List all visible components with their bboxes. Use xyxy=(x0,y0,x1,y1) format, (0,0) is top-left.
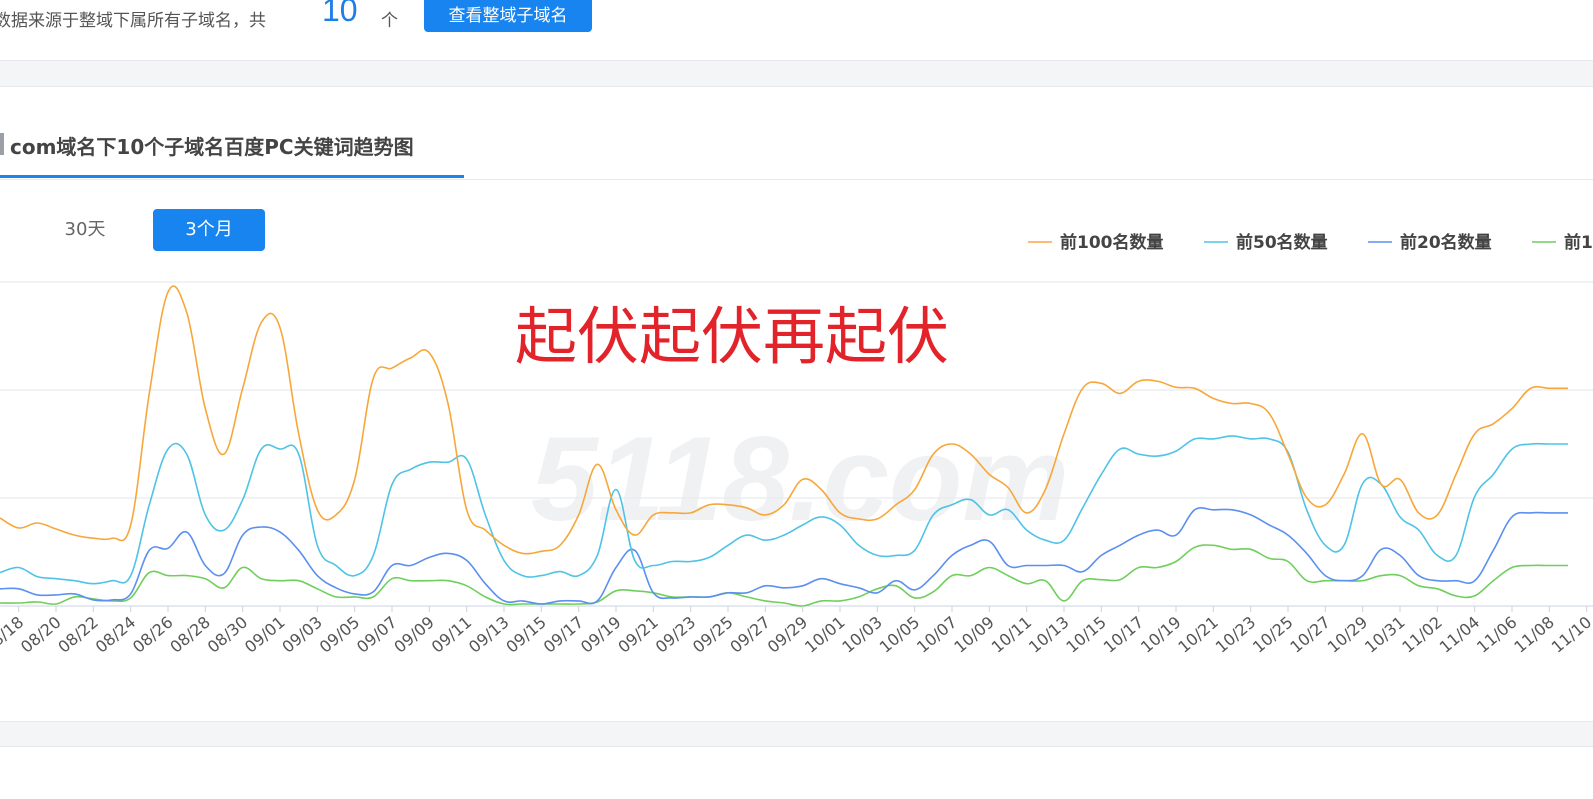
x-tick-label: 08/20 xyxy=(17,613,65,657)
x-tick-label: 09/03 xyxy=(278,613,326,657)
x-tick-label: 10/03 xyxy=(838,613,886,657)
x-tick-label: 09/07 xyxy=(353,613,401,657)
x-tick-label: 10/15 xyxy=(1062,613,1110,657)
x-tick-label: 09/01 xyxy=(241,613,289,657)
legend-label[interactable]: 前20名数量 xyxy=(1400,232,1492,253)
x-tick-label: 11/02 xyxy=(1398,613,1446,657)
bottom-card xyxy=(0,746,1593,799)
x-tick-label: 10/31 xyxy=(1361,613,1409,657)
x-tick-label: 08/22 xyxy=(54,613,102,657)
x-tick-label: 08/24 xyxy=(92,613,140,657)
x-tick-label: 10/25 xyxy=(1249,613,1297,657)
x-tick-label: 10/17 xyxy=(1100,613,1148,657)
x-tick-label: 09/29 xyxy=(764,613,812,657)
x-tick-label: 09/15 xyxy=(502,613,550,657)
chart-annotation: 起伏起伏再起伏 xyxy=(512,297,952,376)
x-tick-label: 10/09 xyxy=(950,613,998,657)
x-tick-label: 10/05 xyxy=(876,613,924,657)
x-tick-label: 09/17 xyxy=(540,613,588,657)
x-tick-label: 11/10 xyxy=(1548,613,1593,657)
x-tick-label: 10/27 xyxy=(1286,613,1334,657)
x-tick-label: 10/11 xyxy=(988,613,1036,657)
x-tick-label: 09/09 xyxy=(390,613,438,657)
x-tick-label: 09/11 xyxy=(428,613,476,657)
annotation-text: 起伏起伏再起伏 xyxy=(515,300,949,373)
x-tick-label: 10/19 xyxy=(1137,613,1185,657)
x-tick-label: 08/26 xyxy=(129,613,177,657)
x-tick-label: 10/01 xyxy=(801,613,849,657)
chart-legend: 前100名数量 前50名数量 前20名数量 前10名数量 xyxy=(1028,232,1593,253)
legend-label[interactable]: 前100名数量 xyxy=(1060,232,1164,253)
legend-label[interactable]: 前50名数量 xyxy=(1236,232,1328,253)
x-tick-label: 11/04 xyxy=(1436,613,1484,657)
series-line-3 xyxy=(0,544,1568,607)
x-tick-label: 09/21 xyxy=(614,613,662,657)
x-tick-label: 09/25 xyxy=(689,613,737,657)
x-tick-label: 10/23 xyxy=(1212,613,1260,657)
legend-label[interactable]: 前10名数量 xyxy=(1564,232,1593,253)
x-tick-label: 08/28 xyxy=(166,613,214,657)
x-tick-label: 10/21 xyxy=(1174,613,1222,657)
x-tick-label: 11/06 xyxy=(1473,613,1521,657)
x-tick-label: 08/30 xyxy=(204,613,252,657)
trend-chart: 5118.com 08/1808/2008/2208/2408/2608/280… xyxy=(0,232,1593,657)
x-tick-label: 09/23 xyxy=(652,613,700,657)
x-tick-label: 11/08 xyxy=(1510,613,1558,657)
x-tick-label: 10/29 xyxy=(1324,613,1372,657)
x-tick-label: 09/27 xyxy=(726,613,774,657)
x-tick-label: 09/19 xyxy=(577,613,625,657)
x-tick-label: 10/13 xyxy=(1025,613,1073,657)
x-tick-label: 09/13 xyxy=(465,613,513,657)
x-tick-label: 09/05 xyxy=(316,613,364,657)
x-tick-label: 10/07 xyxy=(913,613,961,657)
x-axis-ticks: 08/1808/2008/2208/2408/2608/2808/3009/01… xyxy=(0,606,1593,657)
